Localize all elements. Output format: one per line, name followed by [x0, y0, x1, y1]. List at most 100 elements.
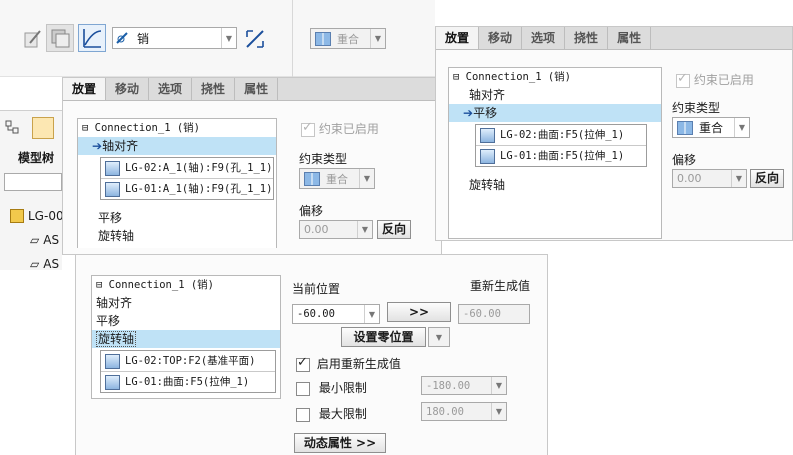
- constraint-enabled-checkbox[interactable]: 约束已启用: [301, 120, 379, 137]
- checkbox-icon: [296, 355, 310, 372]
- tab-properties[interactable]: 属性: [235, 78, 279, 100]
- constraint-enabled-checkbox[interactable]: 约束已启用: [676, 71, 754, 88]
- toolbar-constraint-type-select[interactable]: 重合 ▼: [310, 28, 386, 49]
- component-display-icon[interactable]: [46, 24, 74, 52]
- tree-item-rotation-axis[interactable]: 旋转轴: [92, 330, 280, 348]
- reference-item[interactable]: LG-01:曲面:F5(拉伸_1): [101, 371, 275, 392]
- datum-plane-icon: ▱: [30, 257, 40, 271]
- tab-options[interactable]: 选项: [522, 27, 566, 49]
- tree-item-label: AS: [43, 233, 60, 247]
- reference-item[interactable]: LG-02:A_1(轴):F9(孔_1_1): [101, 158, 273, 178]
- pin-joint-icon: [116, 32, 128, 44]
- tree-item-plane-1[interactable]: ▱ AS: [30, 233, 59, 247]
- connection-node[interactable]: ⊟ Connection_1 (销): [449, 68, 661, 86]
- collapse-icon[interactable]: ⊟: [82, 122, 88, 134]
- coincident-icon: [677, 120, 693, 135]
- chevron-down-icon: ▼: [357, 221, 372, 238]
- tab-flexibility[interactable]: 挠性: [192, 78, 236, 100]
- axis-reference-icon: [105, 160, 120, 176]
- tree-item-axis-align[interactable]: 轴对齐: [449, 86, 661, 104]
- offset-value: 0.00: [677, 172, 702, 185]
- tree-item-rotation-axis[interactable]: 旋转轴: [465, 176, 505, 194]
- current-position-input[interactable]: -60.00 ▼: [292, 304, 380, 324]
- min-limit-input[interactable]: -180.00 ▼: [421, 376, 507, 395]
- checkbox-icon: [676, 71, 690, 88]
- reference-item[interactable]: LG-01:曲面:F5(拉伸_1): [476, 145, 646, 166]
- set-zero-dropdown[interactable]: ▼: [428, 327, 450, 347]
- tab-placement[interactable]: 放置: [63, 78, 107, 100]
- flip-direction-icon[interactable]: [242, 26, 266, 50]
- placement-panel-axis: 放置 移动 选项 挠性 属性 ⊟ Connection_1 (销) ➔轴对齐 L…: [62, 77, 442, 255]
- toolbar-divider: [292, 0, 293, 77]
- constraint-type-select[interactable]: 重合 ▼: [672, 117, 750, 138]
- chevron-down-icon: ▼: [731, 170, 746, 187]
- assembly-icon: [10, 209, 24, 223]
- placement-panel-rotation: ⊟ Connection_1 (销) 轴对齐 平移 旋转轴 LG-02:TOP:…: [75, 254, 548, 455]
- dynamic-properties-button[interactable]: 动态属性 >>: [294, 433, 386, 453]
- tree-item-axis-align[interactable]: 轴对齐: [92, 294, 280, 312]
- collapse-icon[interactable]: ⊟: [453, 71, 459, 83]
- checkbox-icon: [296, 407, 310, 422]
- reverse-button[interactable]: 反向: [377, 220, 411, 239]
- joint-type-select[interactable]: 销 ▼: [112, 27, 237, 49]
- tree-item-assembly[interactable]: LG-00: [10, 209, 64, 223]
- reference-label: LG-02:TOP:F2(基准平面): [125, 355, 256, 367]
- tree-view-icon[interactable]: [4, 119, 20, 135]
- max-limit-checkbox[interactable]: 最大限制: [296, 405, 367, 422]
- toolbar-constraint-type-value: 重合: [337, 32, 359, 46]
- connection-label: Connection_1 (销): [108, 279, 214, 291]
- connection-label: Connection_1 (销): [94, 122, 200, 134]
- tab-properties[interactable]: 属性: [608, 27, 652, 49]
- mechanism-connection-icon[interactable]: [78, 24, 106, 52]
- reference-label: LG-01:A_1(轴):F9(孔_1_1): [125, 183, 273, 195]
- datum-plane-icon: ▱: [30, 233, 40, 247]
- connection-node[interactable]: ⊟ Connection_1 (销): [92, 276, 280, 294]
- set-zero-position-button[interactable]: 设置零位置: [341, 327, 426, 347]
- reference-item[interactable]: LG-01:A_1(轴):F9(孔_1_1): [101, 178, 273, 199]
- model-tree-label: 模型树: [18, 151, 55, 165]
- offset-input[interactable]: 0.00 ▼: [672, 169, 747, 188]
- tree-item-translate[interactable]: ➔平移: [449, 104, 661, 122]
- tab-move[interactable]: 移动: [106, 78, 150, 100]
- connection-tree: ⊟ Connection_1 (销) 轴对齐 ➔平移 LG-02:曲面:F5(拉…: [448, 67, 662, 239]
- connection-label: Connection_1 (销): [465, 71, 571, 83]
- copy-to-regen-button[interactable]: >>: [387, 302, 451, 322]
- enable-regen-checkbox[interactable]: 启用重新生成值: [296, 355, 401, 372]
- tab-placement[interactable]: 放置: [436, 27, 480, 49]
- current-position-value: -60.00: [297, 308, 335, 320]
- collapse-icon[interactable]: ⊟: [96, 279, 102, 291]
- tree-item-plane-2[interactable]: ▱ AS: [30, 257, 59, 271]
- coincident-icon: [304, 171, 320, 186]
- connection-tree: ⊟ Connection_1 (销) 轴对齐 平移 旋转轴 LG-02:TOP:…: [91, 275, 281, 399]
- reference-list: LG-02:曲面:F5(拉伸_1) LG-01:曲面:F5(拉伸_1): [475, 124, 647, 167]
- constraint-type-select[interactable]: 重合 ▼: [299, 168, 375, 189]
- regen-value-input[interactable]: -60.00: [458, 304, 530, 324]
- reverse-button[interactable]: 反向: [750, 169, 784, 188]
- tree-item-label: 轴对齐: [102, 139, 139, 153]
- surface-reference-icon: [480, 127, 495, 143]
- tab-options[interactable]: 选项: [149, 78, 193, 100]
- reference-item[interactable]: LG-02:TOP:F2(基准平面): [101, 351, 275, 371]
- tree-item-rotation-axis[interactable]: 旋转轴: [94, 227, 134, 245]
- offset-label: 偏移: [299, 204, 324, 218]
- min-limit-checkbox[interactable]: 最小限制: [296, 379, 367, 396]
- tree-item-axis-align[interactable]: ➔轴对齐: [78, 137, 276, 155]
- offset-input[interactable]: 0.00 ▼: [299, 220, 373, 239]
- tree-item-translate[interactable]: 平移: [92, 312, 280, 330]
- surface-reference-icon: [480, 148, 495, 164]
- reference-item[interactable]: LG-02:曲面:F5(拉伸_1): [476, 125, 646, 145]
- regen-value-label: 重新生成值: [470, 279, 531, 293]
- tab-flexibility[interactable]: 挠性: [565, 27, 609, 49]
- tree-item-translate[interactable]: 平移: [94, 209, 122, 227]
- max-limit-label: 最大限制: [318, 407, 367, 421]
- tree-item-label: AS: [43, 257, 60, 271]
- min-limit-value: -180.00: [426, 379, 471, 392]
- folder-icon[interactable]: [32, 117, 54, 139]
- checkbox-icon: [301, 120, 315, 137]
- tab-move[interactable]: 移动: [479, 27, 523, 49]
- reference-label: LG-02:曲面:F5(拉伸_1): [500, 129, 625, 141]
- max-limit-input[interactable]: 180.00 ▼: [421, 402, 507, 421]
- model-tree-search-input[interactable]: [4, 173, 62, 191]
- edit-definition-icon[interactable]: [20, 26, 44, 50]
- connection-node[interactable]: ⊟ Connection_1 (销): [78, 119, 276, 137]
